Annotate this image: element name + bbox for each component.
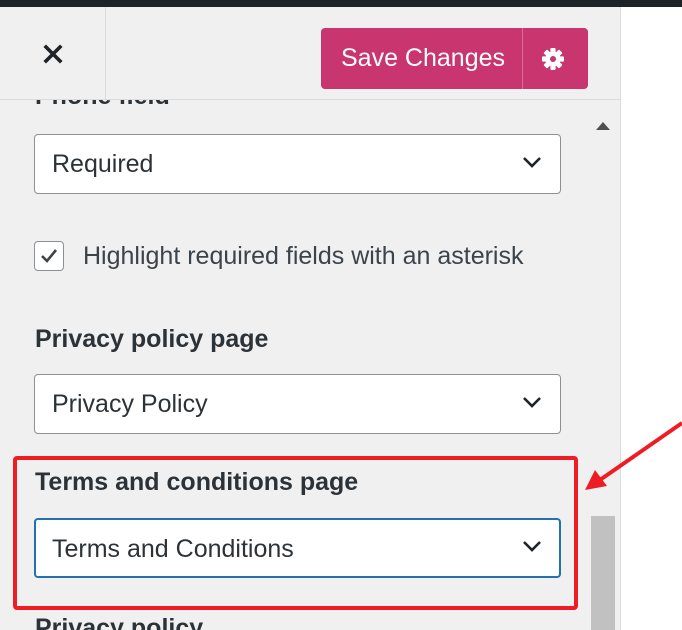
- privacy-policy-page-value: Privacy Policy: [52, 390, 208, 418]
- customizer-sidebar: Save Changes Phone field Required: [0, 7, 621, 630]
- panel-header: Save Changes: [0, 7, 620, 100]
- highlight-box: [13, 456, 578, 610]
- phone-field-value: Required: [52, 150, 154, 178]
- save-button-divider: [522, 28, 523, 89]
- chevron-down-icon: [523, 157, 541, 168]
- chevron-down-icon: [523, 397, 541, 408]
- privacy-policy-page-select[interactable]: Privacy Policy: [34, 374, 561, 434]
- asterisk-checkbox[interactable]: [34, 241, 64, 271]
- scroll-up-arrow[interactable]: [596, 122, 610, 130]
- gear-icon[interactable]: [539, 45, 567, 73]
- save-changes-button[interactable]: Save Changes: [321, 28, 588, 89]
- phone-field-label: Phone field: [35, 100, 170, 111]
- checkmark-icon: [41, 249, 58, 263]
- annotation-arrow-icon: [585, 421, 682, 490]
- asterisk-checkbox-label: Highlight required fields with an asteri…: [83, 242, 524, 270]
- privacy-policy-section-label: Privacy policy: [35, 614, 204, 630]
- scrollbar-thumb[interactable]: [591, 516, 615, 630]
- window-top-bar: [0, 0, 682, 7]
- panel-border: [620, 7, 621, 630]
- close-button[interactable]: [0, 7, 106, 100]
- save-changes-label: Save Changes: [341, 44, 506, 72]
- privacy-policy-page-label: Privacy policy page: [35, 325, 269, 353]
- close-icon: [42, 43, 63, 64]
- phone-field-select[interactable]: Required: [34, 134, 561, 194]
